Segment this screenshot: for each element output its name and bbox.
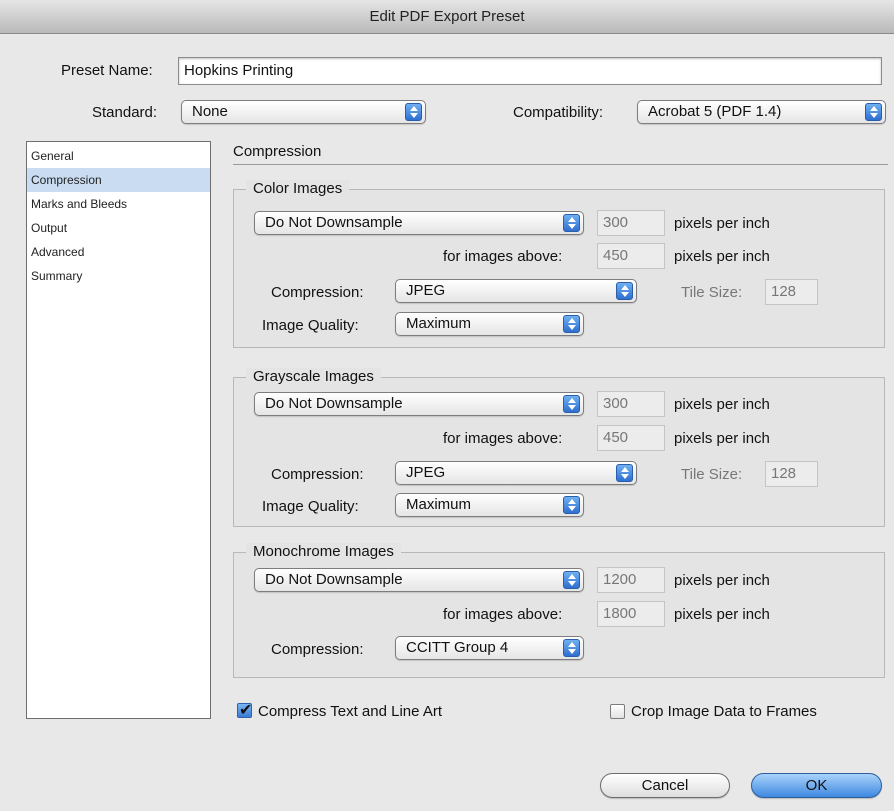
color-quality-select[interactable]: Maximum (395, 312, 584, 336)
ok-button[interactable]: OK (751, 773, 882, 798)
preset-name-input[interactable]: Hopkins Printing (178, 57, 882, 85)
preset-name-label: Preset Name: (61, 62, 153, 79)
color-ppi-field[interactable]: 300 (597, 210, 665, 236)
compatibility-value: Acrobat 5 (PDF 1.4) (648, 103, 782, 120)
popup-arrows-icon (616, 464, 633, 482)
gray-compression-select[interactable]: JPEG (395, 461, 637, 485)
gray-compression-value: JPEG (406, 464, 446, 481)
mono-compression-value: CCITT Group 4 (406, 639, 509, 656)
gray-above-unit: pixels per inch (674, 430, 770, 447)
gray-quality-label: Image Quality: (262, 498, 359, 515)
mono-above-label: for images above: (443, 606, 563, 623)
gray-quality-select[interactable]: Maximum (395, 493, 584, 517)
color-above-field[interactable]: 450 (597, 243, 665, 269)
color-ppi-unit: pixels per inch (674, 215, 770, 232)
mono-above-unit: pixels per inch (674, 606, 770, 623)
cancel-button[interactable]: Cancel (600, 773, 730, 798)
gray-above-field[interactable]: 450 (597, 425, 665, 451)
color-compression-label: Compression: (271, 284, 364, 301)
sidebar-item-marks-and-bleeds[interactable]: Marks and Bleeds (27, 192, 210, 216)
category-list: General Compression Marks and Bleeds Out… (26, 141, 211, 719)
popup-arrows-icon (405, 103, 422, 121)
color-tile-field[interactable]: 128 (765, 279, 818, 305)
section-divider (233, 164, 888, 165)
compress-text-checkbox[interactable]: ✔ (237, 702, 253, 719)
mono-ppi-field[interactable]: 1200 (597, 567, 665, 593)
mono-compression-select[interactable]: CCITT Group 4 (395, 636, 584, 660)
compatibility-label: Compatibility: (513, 104, 604, 121)
sidebar-item-output[interactable]: Output (27, 216, 210, 240)
sidebar-item-summary[interactable]: Summary (27, 264, 210, 288)
section-title: Compression (233, 143, 322, 160)
popup-arrows-icon (563, 395, 580, 413)
gray-quality-value: Maximum (406, 496, 472, 513)
popup-arrows-icon (616, 282, 633, 300)
color-downsample-value: Do Not Downsample (265, 214, 403, 231)
compress-text-label[interactable]: Compress Text and Line Art (258, 703, 442, 720)
gray-ppi-field[interactable]: 300 (597, 391, 665, 417)
mono-downsample-select[interactable]: Do Not Downsample (254, 568, 584, 592)
window-title: Edit PDF Export Preset (0, 0, 894, 34)
popup-arrows-icon (563, 496, 580, 514)
color-compression-value: JPEG (406, 282, 446, 299)
popup-arrows-icon (865, 103, 882, 121)
grayscale-images-title: Grayscale Images (246, 368, 381, 385)
popup-arrows-icon (563, 639, 580, 657)
popup-arrows-icon (563, 571, 580, 589)
standard-value: None (192, 103, 228, 120)
checkmark-icon: ✔ (239, 702, 253, 719)
sidebar-item-compression[interactable]: Compression (27, 168, 210, 192)
monochrome-images-title: Monochrome Images (246, 543, 401, 560)
popup-arrows-icon (563, 214, 580, 232)
gray-downsample-value: Do Not Downsample (265, 395, 403, 412)
compatibility-select[interactable]: Acrobat 5 (PDF 1.4) (637, 100, 886, 124)
crop-image-checkbox[interactable] (610, 704, 625, 719)
mono-ppi-unit: pixels per inch (674, 572, 770, 589)
color-tile-label: Tile Size: (681, 284, 743, 301)
gray-downsample-select[interactable]: Do Not Downsample (254, 392, 584, 416)
color-quality-value: Maximum (406, 315, 472, 332)
color-above-unit: pixels per inch (674, 248, 770, 265)
mono-compression-label: Compression: (271, 641, 364, 658)
color-compression-select[interactable]: JPEG (395, 279, 637, 303)
color-downsample-select[interactable]: Do Not Downsample (254, 211, 584, 235)
mono-above-field[interactable]: 1800 (597, 601, 665, 627)
standard-select[interactable]: None (181, 100, 426, 124)
sidebar-item-advanced[interactable]: Advanced (27, 240, 210, 264)
gray-tile-field[interactable]: 128 (765, 461, 818, 487)
gray-ppi-unit: pixels per inch (674, 396, 770, 413)
gray-above-label: for images above: (443, 430, 563, 447)
mono-downsample-value: Do Not Downsample (265, 571, 403, 588)
gray-compression-label: Compression: (271, 466, 364, 483)
color-above-label: for images above: (443, 248, 563, 265)
color-quality-label: Image Quality: (262, 317, 359, 334)
gray-tile-label: Tile Size: (681, 466, 743, 483)
color-images-title: Color Images (246, 180, 350, 197)
popup-arrows-icon (563, 315, 580, 333)
sidebar-item-general[interactable]: General (27, 144, 210, 168)
standard-label: Standard: (92, 104, 158, 121)
crop-image-label[interactable]: Crop Image Data to Frames (631, 703, 817, 720)
